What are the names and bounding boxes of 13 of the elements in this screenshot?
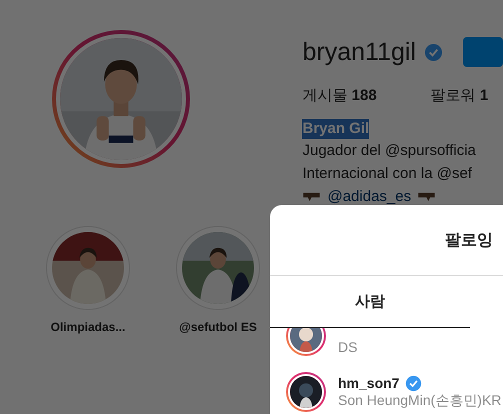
account-username[interactable]: hm_son7: [338, 375, 400, 391]
dialog-title: 팔로잉: [445, 230, 493, 250]
highlight-label[interactable]: Olimpiadas...: [50, 320, 126, 334]
bio-line: Internacional con la @sef: [302, 164, 473, 184]
bio-link[interactable]: @adidas_es: [327, 185, 412, 208]
profile-full-name: Bryan Gil: [302, 119, 370, 139]
account-full-name: DS: [338, 339, 358, 355]
highlight-label[interactable]: @sefutbol ES: [179, 320, 257, 334]
profile-username: bryan11gil: [302, 38, 416, 66]
bio-line: Jugador del @spursofficia: [302, 141, 477, 161]
account-full-name: Son HeungMin(손흥민)KR: [338, 392, 502, 410]
stat-count: 게시물 188: [302, 86, 377, 105]
stat-count: 팔로워 1: [430, 86, 488, 105]
